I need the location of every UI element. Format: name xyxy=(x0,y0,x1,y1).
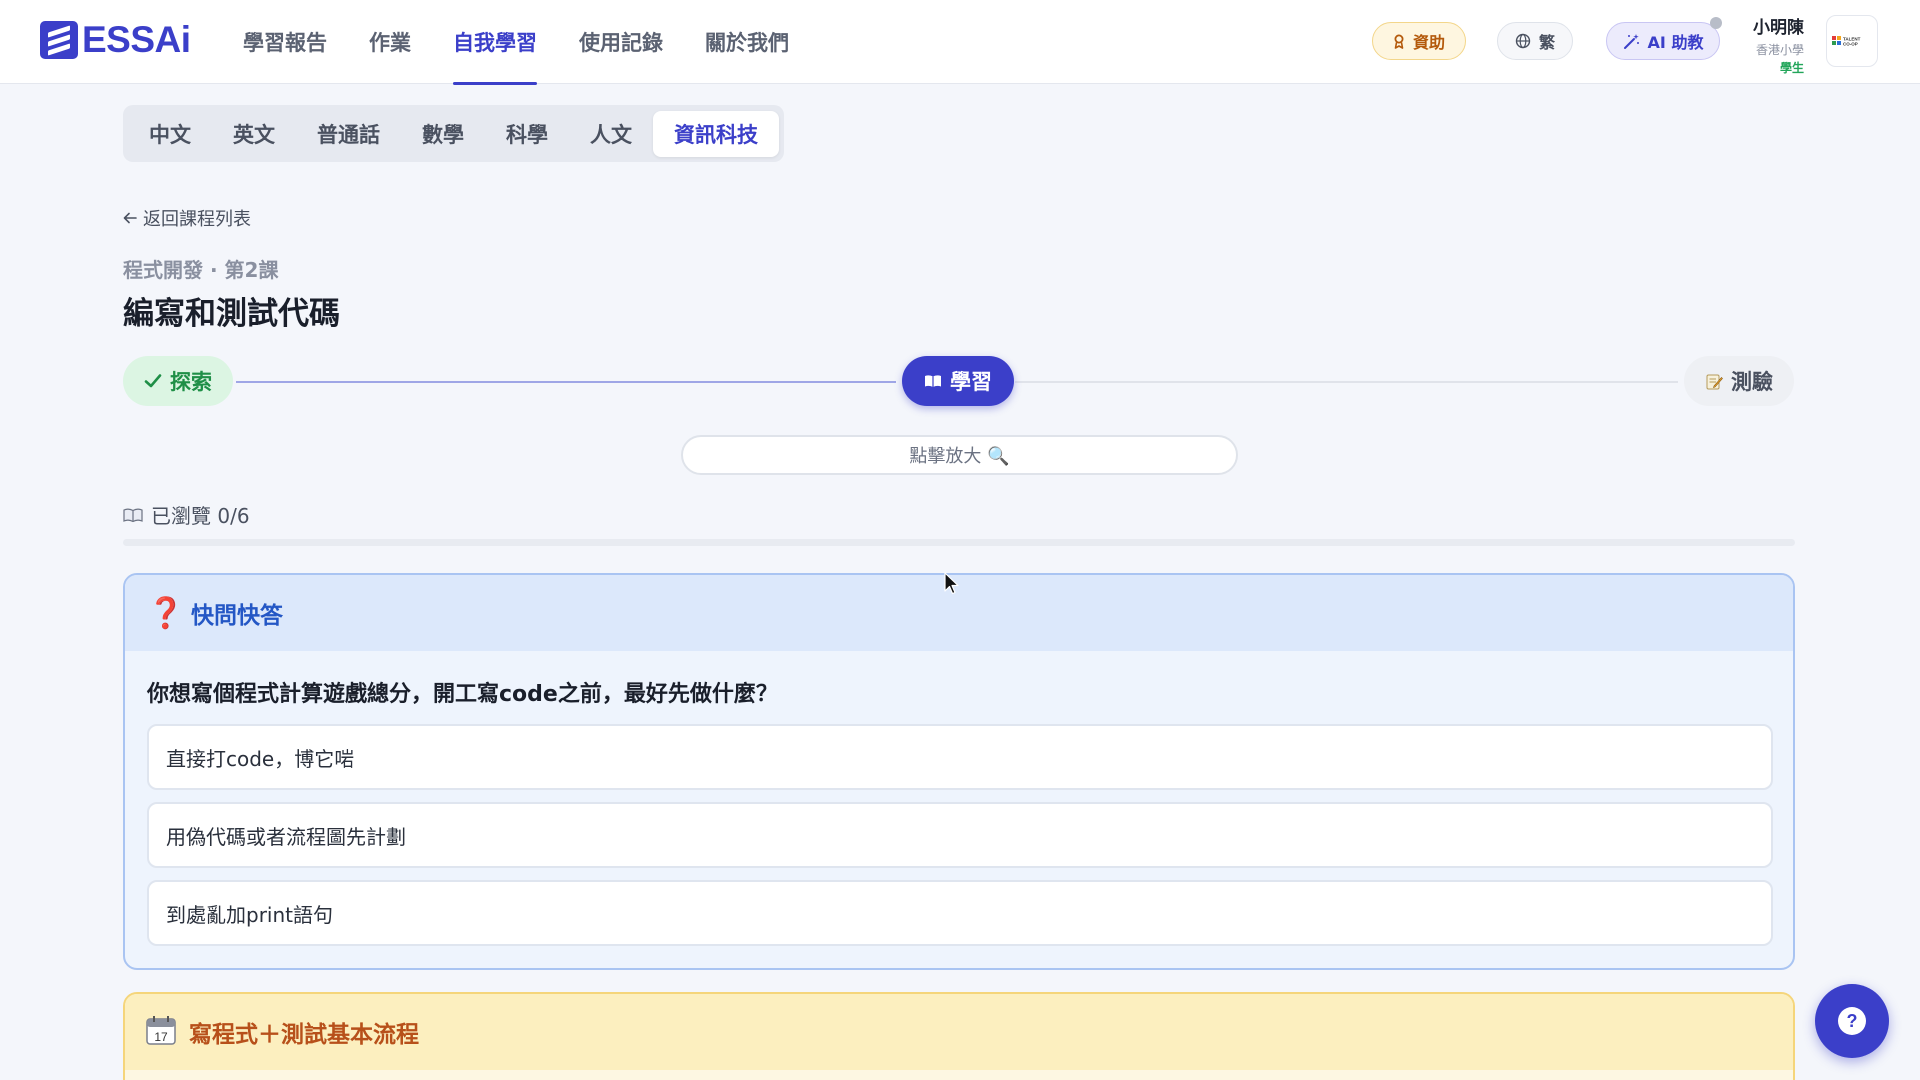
nav-item-usage-log[interactable]: 使用記錄 xyxy=(558,0,684,84)
sponsor-label: 資助 xyxy=(1412,33,1445,52)
user-info[interactable]: 小明陳 香港小學 學生 xyxy=(1746,13,1804,76)
arrow-left-icon xyxy=(123,208,137,229)
ai-status-dot xyxy=(1710,17,1722,29)
subject-tabs: 中文 英文 普通話 數學 科學 人文 資訊科技 xyxy=(123,105,784,162)
coding-testing-flow-card: 17 寫程式＋測試基本流程 xyxy=(123,992,1795,1080)
quiz-option[interactable]: 用偽代碼或者流程圖先計劃 xyxy=(147,802,1773,868)
calendar-icon: 17 xyxy=(145,1014,177,1050)
user-name: 小明陳 xyxy=(1753,18,1804,38)
viewed-progress-label: 已瀏覽 0/6 xyxy=(123,500,250,529)
quick-quiz-card: ❓ 快問快答 你想寫個程式計算遊戲總分，開工寫code之前，最好先做什麼？ 直接… xyxy=(123,573,1795,970)
tab-english[interactable]: 英文 xyxy=(212,111,296,157)
nav-item-self-learning[interactable]: 自我學習 xyxy=(432,0,558,85)
back-to-course-list-link[interactable]: 返回課程列表 xyxy=(123,205,251,231)
quiz-question: 你想寫個程式計算遊戲總分，開工寫code之前，最好先做什麼？ xyxy=(147,682,778,707)
nav-item-about-us[interactable]: 關於我們 xyxy=(684,0,810,84)
red-question-mark-icon: ❓ xyxy=(147,595,185,631)
quiz-option[interactable]: 直接打code，博它啱 xyxy=(147,724,1773,790)
logo-mark-icon xyxy=(40,21,78,59)
tab-humanities[interactable]: 人文 xyxy=(569,111,653,157)
essai-logo[interactable]: ESSAi xyxy=(40,19,191,60)
step-learn-label: 學習 xyxy=(950,370,992,394)
award-icon xyxy=(1393,34,1405,49)
stepper-line-upcoming xyxy=(1015,381,1678,383)
tab-science[interactable]: 科學 xyxy=(485,111,569,157)
book-icon xyxy=(924,374,942,388)
quiz-option[interactable]: 到處亂加print語句 xyxy=(147,880,1773,946)
svg-text:CO-OP: CO-OP xyxy=(1843,42,1858,47)
calendar-day: 17 xyxy=(154,1030,168,1044)
quick-quiz-title: 快問快答 xyxy=(191,603,283,629)
check-icon xyxy=(144,373,162,389)
step-explore[interactable]: 探索 xyxy=(123,356,233,406)
back-link-label: 返回課程列表 xyxy=(143,209,251,230)
language-label: 繁 xyxy=(1538,33,1555,52)
mouse-cursor-icon xyxy=(944,572,959,595)
stepper-line-completed xyxy=(236,381,896,383)
globe-icon xyxy=(1515,33,1531,49)
viewed-progress-text: 已瀏覽 0/6 xyxy=(151,504,250,528)
user-school: 香港小學 xyxy=(1755,43,1804,57)
user-role: 學生 xyxy=(1779,61,1804,75)
step-explore-label: 探索 xyxy=(170,370,212,394)
nav-item-homework[interactable]: 作業 xyxy=(348,0,432,84)
sponsor-button[interactable]: 資助 xyxy=(1372,22,1466,60)
lesson-title: 編寫和測試代碼 xyxy=(123,296,340,332)
viewed-progress-bar xyxy=(123,539,1795,546)
tab-putonghua[interactable]: 普通話 xyxy=(296,111,401,157)
flow-card-title: 寫程式＋測試基本流程 xyxy=(189,1022,419,1048)
school-logo-image: TALENT CO-OP xyxy=(1832,36,1861,47)
step-learn[interactable]: 學習 xyxy=(902,356,1014,406)
nav-item-learning-report[interactable]: 學習報告 xyxy=(222,0,348,84)
help-icon: ? xyxy=(1838,1007,1866,1035)
open-book-icon xyxy=(123,507,143,523)
magic-wand-icon xyxy=(1623,33,1640,50)
main-nav: 學習報告 作業 自我學習 使用記錄 關於我們 xyxy=(222,0,810,85)
top-navigation-bar: ESSAi 學習報告 作業 自我學習 使用記錄 關於我們 資助 繁 AI 助教 … xyxy=(0,0,1920,85)
click-to-zoom-button[interactable]: 點擊放大 🔍 xyxy=(681,435,1238,475)
tab-chinese[interactable]: 中文 xyxy=(128,111,212,157)
ai-tutor-label: AI 助教 xyxy=(1647,33,1704,52)
language-button[interactable]: 繁 xyxy=(1497,22,1573,60)
logo-text: ESSAi xyxy=(82,19,191,60)
flow-card-header: 17 寫程式＋測試基本流程 xyxy=(125,994,1793,1070)
step-quiz[interactable]: 測驗 xyxy=(1684,356,1794,406)
lesson-subtitle: 程式開發 · 第2課 xyxy=(123,258,279,282)
help-button[interactable]: ? xyxy=(1815,984,1889,1058)
ai-tutor-button[interactable]: AI 助教 xyxy=(1606,22,1720,60)
school-logo[interactable]: TALENT CO-OP xyxy=(1826,15,1878,67)
step-quiz-label: 測驗 xyxy=(1731,370,1773,394)
tab-ict[interactable]: 資訊科技 xyxy=(653,110,779,157)
tab-math[interactable]: 數學 xyxy=(401,111,485,157)
memo-icon xyxy=(1705,372,1723,390)
